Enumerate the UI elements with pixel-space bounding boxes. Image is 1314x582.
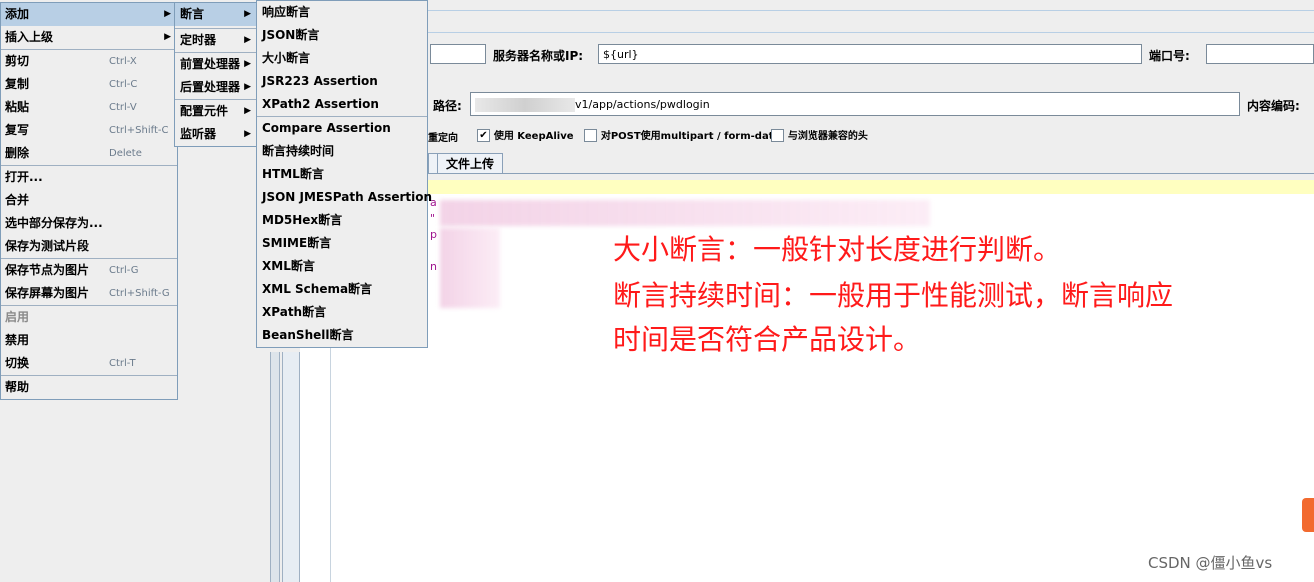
annotation-line-1: 大小断言：一般针对长度进行判断。 <box>613 233 1062 266</box>
chevron-right-icon: ▶ <box>164 9 171 19</box>
submenu-item-listener[interactable]: 监听器 ▶ <box>175 123 257 146</box>
context-menu: 添加 ▶ 插入上级 ▶ 剪切 Ctrl-X 复制 Ctrl-C 粘贴 Ctrl-V 复写 C… <box>0 2 178 400</box>
server-input[interactable]: ${url} <box>598 44 1142 64</box>
assertion-submenu: 响应断言 JSON断言 大小断言 JSR223 Assertion XPath2… <box>256 0 432 348</box>
assertion-item-xml-schema[interactable]: XML Schema断言 <box>257 278 427 301</box>
tab-file-upload[interactable]: 文件上传 <box>437 153 504 173</box>
assertion-item-md5hex[interactable]: MD5Hex断言 <box>257 209 427 232</box>
multipart-label: 对POST使用multipart / form-data <box>600 131 781 142</box>
menu-item-save-screen-image[interactable]: 保存屏幕为图片 Ctrl+Shift-G <box>1 282 177 305</box>
add-submenu: 断言 ▶ 定时器 ▶ 前置处理器 ▶ 后置处理器 ▶ 配置元件 ▶ 监听器 ▶ <box>174 2 258 147</box>
menu-item-save-selection-as[interactable]: 选中部分保存为... <box>1 212 177 235</box>
assertion-item-size[interactable]: 大小断言 <box>257 47 427 70</box>
keepalive-label: 使用 KeepAlive <box>493 131 574 142</box>
redirect-label: 重定向 <box>428 133 458 144</box>
assertion-item-xml[interactable]: XML断言 <box>257 255 427 278</box>
menu-item-delete[interactable]: 删除 Delete <box>1 142 177 165</box>
path-label: 路径: <box>433 99 462 113</box>
menu-item-duplicate[interactable]: 复写 Ctrl+Shift-C <box>1 119 177 142</box>
submenu-item-config-element[interactable]: 配置元件 ▶ <box>175 100 257 123</box>
submenu-item-assertions[interactable]: 断言 ▶ <box>175 3 257 26</box>
assertion-item-json-jmespath[interactable]: JSON JMESPath Assertion <box>257 186 432 209</box>
watermark: CSDN @僵小鱼vs <box>1148 554 1273 572</box>
keepalive-checkbox[interactable]: ✔ 使用 KeepAlive <box>477 127 574 142</box>
submenu-item-pre-processor[interactable]: 前置处理器 ▶ <box>175 53 257 76</box>
annotation-line-3: 时间是否符合产品设计。 <box>613 323 922 356</box>
path-input[interactable]: v1/app/actions/pwdlogin <box>470 92 1240 116</box>
browser-headers-checkbox[interactable]: 与浏览器兼容的头 <box>771 127 868 142</box>
redacted-body <box>440 200 930 226</box>
tab-underline <box>300 173 1314 174</box>
chevron-right-icon: ▶ <box>244 129 251 139</box>
assertion-item-jsr223[interactable]: JSR223 Assertion <box>257 70 427 93</box>
assertion-item-compare[interactable]: Compare Assertion <box>257 117 427 140</box>
assertion-item-smime[interactable]: SMIME断言 <box>257 232 427 255</box>
divider <box>428 10 1314 11</box>
menu-item-add[interactable]: 添加 ▶ <box>1 3 177 26</box>
menu-item-save-as-fragment[interactable]: 保存为测试片段 <box>1 235 177 258</box>
menu-item-disable[interactable]: 禁用 <box>1 329 177 352</box>
chevron-right-icon: ▶ <box>244 9 251 19</box>
port-label: 端口号: <box>1149 49 1190 63</box>
chevron-right-icon: ▶ <box>244 106 251 116</box>
assertion-item-beanshell[interactable]: BeanShell断言 <box>257 324 427 347</box>
assertion-item-duration[interactable]: 断言持续时间 <box>257 140 427 163</box>
menu-item-save-node-image[interactable]: 保存节点为图片 Ctrl-G <box>1 259 177 282</box>
divider <box>428 32 1314 33</box>
multipart-checkbox[interactable]: 对POST使用multipart / form-data <box>584 127 780 142</box>
redacted-body <box>440 228 500 308</box>
highlight-bar <box>300 180 1314 194</box>
editor-gutter <box>282 352 300 582</box>
protocol-field[interactable] <box>430 44 486 64</box>
assertion-item-json[interactable]: JSON断言 <box>257 24 427 47</box>
assertion-item-html[interactable]: HTML断言 <box>257 163 427 186</box>
menu-item-copy[interactable]: 复制 Ctrl-C <box>1 73 177 96</box>
code-fragment: p <box>430 228 437 241</box>
annotation-line-2: 断言持续时间：一般用于性能测试，断言响应 <box>613 279 1174 312</box>
code-fragment: " <box>430 212 436 225</box>
menu-item-insert-parent[interactable]: 插入上级 ▶ <box>1 26 177 49</box>
chevron-right-icon: ▶ <box>244 35 251 45</box>
redacted-host <box>475 98 575 112</box>
assertion-item-xpath[interactable]: XPath断言 <box>257 301 427 324</box>
code-fragment: n <box>430 260 437 273</box>
float-badge <box>1302 498 1314 532</box>
chevron-right-icon: ▶ <box>164 32 171 42</box>
tree-scroll-strip[interactable] <box>270 352 280 582</box>
chevron-right-icon: ▶ <box>244 82 251 92</box>
port-input[interactable] <box>1206 44 1314 64</box>
server-label: 服务器名称或IP: <box>493 49 584 63</box>
menu-item-enable: 启用 <box>5 310 30 324</box>
submenu-item-timer[interactable]: 定时器 ▶ <box>175 29 257 52</box>
assertion-item-response[interactable]: 响应断言 <box>257 1 427 24</box>
path-value: v1/app/actions/pwdlogin <box>575 98 710 111</box>
menu-item-toggle[interactable]: 切换 Ctrl-T <box>1 352 177 375</box>
encoding-label: 内容编码: <box>1247 99 1300 113</box>
menu-item-help[interactable]: 帮助 <box>1 376 177 399</box>
submenu-item-post-processor[interactable]: 后置处理器 ▶ <box>175 76 257 99</box>
menu-item-paste[interactable]: 粘贴 Ctrl-V <box>1 96 177 119</box>
browser-headers-label: 与浏览器兼容的头 <box>787 131 868 142</box>
menu-item-open[interactable]: 打开... <box>1 166 177 189</box>
assertion-item-xpath2[interactable]: XPath2 Assertion <box>257 93 427 116</box>
menu-item-cut[interactable]: 剪切 Ctrl-X <box>1 50 177 73</box>
menu-item-merge[interactable]: 合并 <box>1 189 177 212</box>
chevron-right-icon: ▶ <box>244 59 251 69</box>
